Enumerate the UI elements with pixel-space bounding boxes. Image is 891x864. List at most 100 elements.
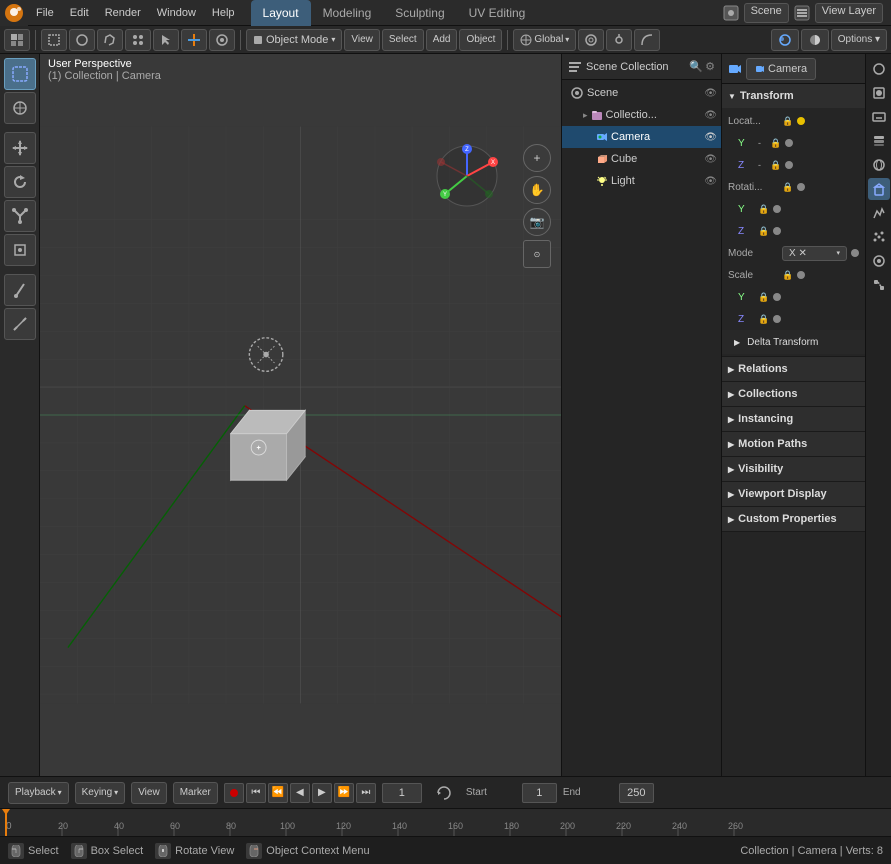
instancing-header[interactable]: ▶ Instancing: [722, 407, 865, 431]
tool-select[interactable]: [4, 58, 36, 90]
tool-cursor[interactable]: [4, 92, 36, 124]
tab-layout[interactable]: Layout: [251, 0, 311, 26]
lock-icon[interactable]: 🔒: [782, 116, 793, 127]
scene-selector[interactable]: Scene: [744, 3, 789, 23]
tab-modeling[interactable]: Modeling: [311, 0, 384, 26]
object-mode-selector[interactable]: Object Mode ▾: [246, 29, 342, 51]
collection-eye[interactable]: 👁: [704, 110, 717, 121]
prop-icon-output[interactable]: [868, 106, 890, 128]
keying-menu-btn[interactable]: Keying ▾: [75, 782, 126, 804]
transform-space-btn[interactable]: Global ▾: [513, 29, 576, 51]
outliner-item-light[interactable]: Light 👁: [562, 170, 721, 192]
add-btn[interactable]: Add: [426, 29, 458, 51]
prop-icon-particles[interactable]: [868, 226, 890, 248]
select-circle-btn[interactable]: [69, 29, 95, 51]
timeline-marker-btn[interactable]: Marker: [173, 782, 218, 804]
camera-eye[interactable]: 👁: [704, 132, 717, 143]
tool-measure[interactable]: [4, 308, 36, 340]
scale-y-lock[interactable]: 🔒: [758, 292, 769, 303]
rot-z-lock[interactable]: 🔒: [758, 226, 769, 237]
prop-icon-modifier[interactable]: [868, 202, 890, 224]
current-frame-input[interactable]: [382, 783, 422, 803]
snap-icon-btn[interactable]: [606, 29, 632, 51]
axis-gizmo[interactable]: Z X Y: [435, 144, 505, 214]
timeline-loop-btn[interactable]: [436, 785, 452, 801]
select-box-btn[interactable]: [41, 29, 67, 51]
scene-eye[interactable]: 👁: [704, 88, 717, 99]
object-btn[interactable]: Object: [459, 29, 502, 51]
collections-header[interactable]: ▶ Collections: [722, 382, 865, 406]
blender-logo[interactable]: [0, 0, 28, 26]
rot-z-dot[interactable]: [773, 227, 781, 235]
prop-icon-scene[interactable]: [868, 58, 890, 80]
custom-props-header[interactable]: ▶ Custom Properties: [722, 507, 865, 531]
editor-type-btn[interactable]: [4, 29, 30, 51]
zoom-in-btn[interactable]: +: [523, 144, 551, 172]
camera-object-badge[interactable]: Camera: [746, 58, 816, 80]
timeline-ruler[interactable]: 0 20 40 60 80 100 120 140 160 180 200 22…: [0, 808, 891, 836]
start-frame-input[interactable]: [522, 783, 557, 803]
prop-icon-constraints[interactable]: [868, 274, 890, 296]
playback-menu-btn[interactable]: Playback ▾: [8, 782, 69, 804]
tab-sculpting[interactable]: Sculpting: [383, 0, 456, 26]
rot-y-lock[interactable]: 🔒: [758, 204, 769, 215]
scale-dot[interactable]: [797, 271, 805, 279]
tab-uv-editing[interactable]: UV Editing: [457, 0, 538, 26]
cube-eye[interactable]: 👁: [704, 154, 717, 165]
rot-dot[interactable]: [797, 183, 805, 191]
proportional2-btn[interactable]: [634, 29, 660, 51]
camera-view-btn[interactable]: 📷: [523, 208, 551, 236]
loc-z-dot[interactable]: [785, 161, 793, 169]
motion-paths-header[interactable]: ▶ Motion Paths: [722, 432, 865, 456]
location-keyframe-dot[interactable]: [797, 117, 805, 125]
loc-y-lock[interactable]: 🔒: [770, 138, 781, 149]
scale-z-lock[interactable]: 🔒: [758, 314, 769, 325]
transform-header[interactable]: ▼ Transform: [722, 84, 865, 108]
record-btn[interactable]: [224, 783, 244, 803]
prop-icon-object[interactable]: [868, 178, 890, 200]
prop-icon-render[interactable]: [868, 82, 890, 104]
prop-icon-view-layer[interactable]: [868, 130, 890, 152]
tool-move[interactable]: [4, 132, 36, 164]
jump-start-btn[interactable]: ⏮: [246, 783, 266, 803]
proportional-edit-btn[interactable]: [578, 29, 604, 51]
viewport-display-header[interactable]: ▶ Viewport Display: [722, 482, 865, 506]
frame-all-btn[interactable]: ⊙: [523, 240, 551, 268]
prop-icon-physics[interactable]: [868, 250, 890, 272]
tool-scale[interactable]: [4, 200, 36, 232]
outliner-item-cube[interactable]: Cube 👁: [562, 148, 721, 170]
prop-icon-world[interactable]: [868, 154, 890, 176]
select-all-btn[interactable]: [125, 29, 151, 51]
options-btn[interactable]: Options ▾: [831, 29, 887, 51]
play-reverse-btn[interactable]: ◀: [290, 783, 310, 803]
transform-btn[interactable]: [181, 29, 207, 51]
cursor-btn[interactable]: [153, 29, 179, 51]
visibility-header[interactable]: ▶ Visibility: [722, 457, 865, 481]
relations-header[interactable]: ▶ Relations: [722, 357, 865, 381]
delta-transform-header[interactable]: ▶ Delta Transform: [722, 330, 865, 354]
grab-btn[interactable]: ✋: [523, 176, 551, 204]
step-back-btn[interactable]: ⏪: [268, 783, 288, 803]
outliner-item-camera[interactable]: Camera 👁: [562, 126, 721, 148]
mode-selector-prop[interactable]: X ✕ ▾: [782, 246, 847, 261]
loc-y-dot[interactable]: [785, 139, 793, 147]
outliner-search-btn[interactable]: 🔍: [689, 60, 703, 73]
tool-transform[interactable]: [4, 234, 36, 266]
menu-help[interactable]: Help: [204, 0, 243, 26]
scale-z-dot[interactable]: [773, 315, 781, 323]
menu-window[interactable]: Window: [149, 0, 204, 26]
view-layer-selector[interactable]: View Layer: [815, 3, 883, 23]
step-forward-btn[interactable]: ⏩: [334, 783, 354, 803]
viewport-overlays-btn[interactable]: [771, 29, 799, 51]
menu-render[interactable]: Render: [97, 0, 149, 26]
outliner-item-collection[interactable]: ▸ Collectio... 👁: [562, 104, 721, 126]
select-lasso-btn[interactable]: [97, 29, 123, 51]
jump-end-btn[interactable]: ⏭: [356, 783, 376, 803]
play-btn[interactable]: ▶: [312, 783, 332, 803]
end-frame-input[interactable]: [619, 783, 654, 803]
mode-dot[interactable]: [851, 249, 859, 257]
tool-rotate[interactable]: [4, 166, 36, 198]
scale-lock[interactable]: 🔒: [782, 270, 793, 281]
outliner-filter-btn[interactable]: ⚙: [705, 60, 715, 73]
menu-file[interactable]: File: [28, 0, 62, 26]
